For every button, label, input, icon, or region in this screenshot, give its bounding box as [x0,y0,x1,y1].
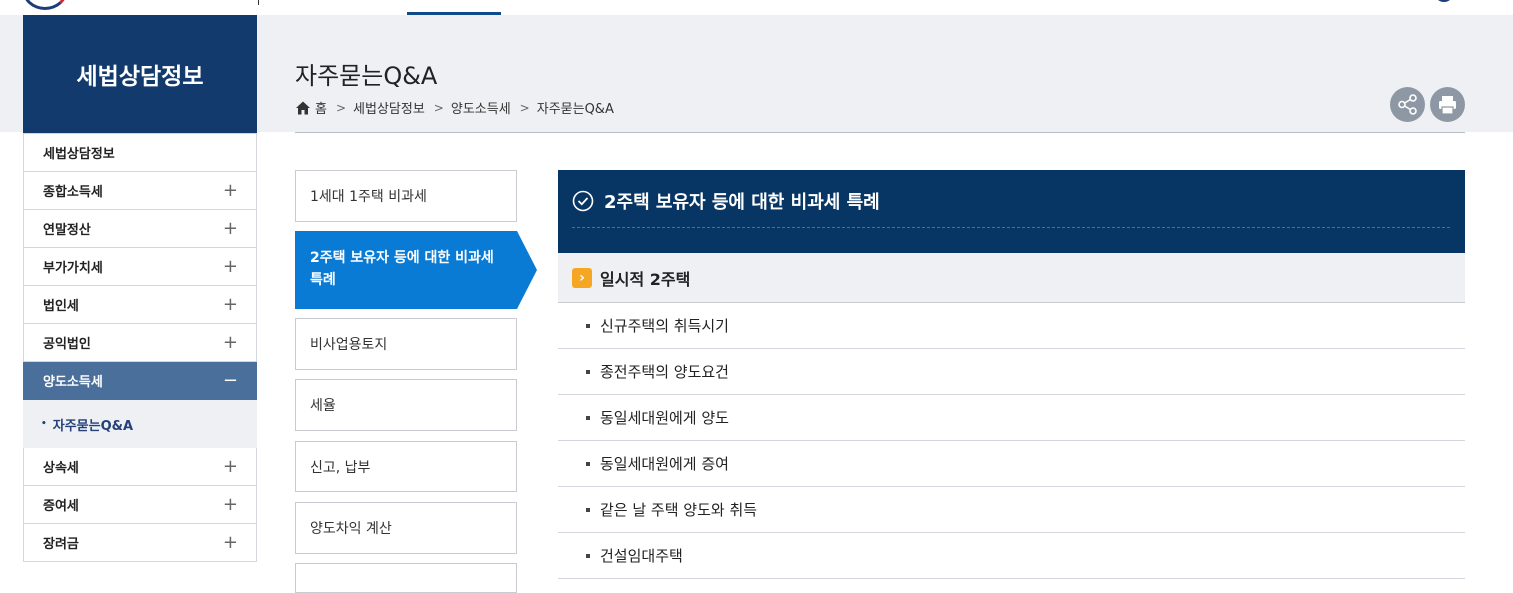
list-item-label: 신규주택의 취득시기 [600,317,729,335]
chevron-right-icon: > [335,100,347,115]
chevron-right-icon: › [572,267,592,288]
top-header [0,0,1513,15]
bullet-icon [586,507,590,512]
chevron-right-icon: > [433,100,444,115]
tab-label: 1세대 1주택 비과세 [310,189,427,205]
sidebar-item-label: 공익법인 [43,337,91,352]
sidebar-item-label: 양도소득세 [43,375,103,390]
lnb-title: 세법상담정보 [23,15,257,133]
panel-header: 2주택 보유자 등에 대한 비과세 특례 [558,170,1465,253]
sidebar-item-label: 연말정산 [43,223,91,238]
sidebar-item-inheritance-tax[interactable]: 상속세 + [23,448,257,486]
bullet-icon [586,553,590,558]
list-item-label: 동일세대원에게 증여 [600,455,729,473]
header-divider [258,0,259,5]
tab-label: 2주택 보유자 등에 대한 비과세 특례 [310,250,494,288]
sidebar-item-label: 상속세 [43,461,79,476]
chevron-right-icon: > [519,100,530,115]
sidebar-item-label: 부가가치세 [43,261,103,276]
sidebar-item-public-corp[interactable]: 공익법인 + [23,324,257,362]
plus-icon[interactable]: + [223,494,238,515]
section-header: › 일시적 2주택 [558,253,1465,303]
list-item[interactable]: 동일세대원에게 양도 [558,395,1465,441]
share-button[interactable] [1390,87,1425,122]
plus-icon[interactable]: + [223,218,238,239]
sidebar-item-label: 법인세 [43,299,79,314]
tab-one-house-exemption[interactable]: 1세대 1주택 비과세 [295,170,517,222]
breadcrumb-item[interactable]: 양도소득세 [451,98,511,117]
plus-icon[interactable]: + [223,256,238,277]
sidebar-item-corporate-tax[interactable]: 법인세 + [23,286,257,324]
plus-icon[interactable]: + [223,332,238,353]
breadcrumb-item[interactable]: 세법상담정보 [353,98,425,117]
tab-label: 세율 [310,398,336,414]
sidebar-item-year-end[interactable]: 연말정산 + [23,210,257,248]
sidebar-item-consult-info[interactable]: 세법상담정보 [23,133,257,172]
sidebar-subitem-label: 자주묻는Q&A [52,418,134,434]
sidebar-item-vat[interactable]: 부가가치세 + [23,248,257,286]
print-button[interactable] [1430,87,1465,122]
list-item[interactable]: 신규주택의 취득시기 [558,303,1465,349]
sidebar-item-label: 종합소득세 [43,185,103,200]
bullet-icon [586,369,590,374]
list-item-label: 동일세대원에게 양도 [600,409,729,427]
plus-icon[interactable]: + [223,456,238,477]
panel-divider [572,227,1450,228]
bullet-icon [586,323,590,328]
bullet-icon [586,461,590,466]
breadcrumb: 홈 > 세법상담정보 > 양도소득세 > 자주묻는Q&A [295,98,614,117]
list-item-label: 건설임대주택 [600,547,683,565]
breadcrumb-home[interactable]: 홈 [315,98,327,117]
side-nav: 세법상담정보 종합소득세 + 연말정산 + 부가가치세 + 법인세 + 공익법인… [23,133,257,562]
sidebar-item-gift-tax[interactable]: 증여세 + [23,486,257,524]
page-title: 자주묻는Q&A [295,62,438,90]
list-item[interactable]: 같은 날 주택 양도와 취득 [558,487,1465,533]
print-icon [1439,96,1456,115]
bullet-icon: • [41,419,47,429]
plus-icon[interactable]: + [223,532,238,553]
home-icon[interactable] [295,100,311,116]
list-item-label: 종전주택의 양도요건 [600,363,729,381]
tab-gain-calculation[interactable]: 양도차익 계산 [295,502,517,554]
user-icon[interactable] [1434,0,1454,2]
tab-label: 양도차익 계산 [310,521,392,537]
tab-label: 신고, 납부 [310,459,371,476]
minus-icon[interactable]: − [223,370,238,391]
sidebar-subitem-faq[interactable]: • 자주묻는Q&A [23,400,257,448]
tab-label: 비사업용토지 [310,337,388,353]
list-item-label: 같은 날 주택 양도와 취득 [600,501,758,519]
divider [295,132,1465,133]
plus-icon[interactable]: + [223,180,238,201]
tab-non-business-land[interactable]: 비사업용토지 [295,318,517,370]
list-item[interactable]: 종전주택의 양도요건 [558,349,1465,395]
tab-filing-payment[interactable]: 신고, 납부 [295,441,517,492]
bullet-icon [586,415,590,420]
active-tab-arrow [517,231,537,309]
logo[interactable] [22,0,68,10]
panel-title: 2주택 보유자 등에 대한 비과세 특례 [604,192,880,213]
section-title: 일시적 2주택 [600,269,691,289]
sidebar-item-incentive[interactable]: 장려금 + [23,524,257,562]
tab-tax-rate[interactable]: 세율 [295,379,517,431]
faq-list: 신규주택의 취득시기 종전주택의 양도요건 동일세대원에게 양도 동일세대원에게… [558,303,1465,579]
tab-next-partial[interactable] [295,563,517,593]
sidebar-item-label: 장려금 [43,537,79,552]
sidebar-item-label: 증여세 [43,499,79,514]
tab-two-house-exemption[interactable]: 2주택 보유자 등에 대한 비과세 특례 [295,231,517,309]
plus-icon[interactable]: + [223,294,238,315]
sidebar-item-transfer-tax[interactable]: 양도소득세 − [23,362,257,400]
check-circle-icon [572,190,594,212]
sidebar-item-income-tax[interactable]: 종합소득세 + [23,172,257,210]
sidebar-item-label: 세법상담정보 [43,147,115,162]
list-item[interactable]: 동일세대원에게 증여 [558,441,1465,487]
share-icon [1398,94,1417,115]
list-item[interactable]: 건설임대주택 [558,533,1465,579]
breadcrumb-current: 자주묻는Q&A [536,102,614,117]
